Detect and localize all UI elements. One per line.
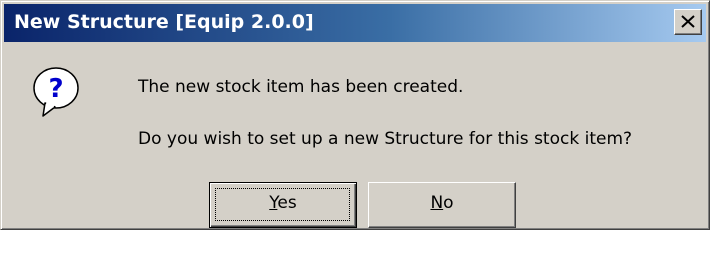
yes-button-label: Yes [269, 193, 297, 213]
title-bar[interactable]: New Structure [Equip 2.0.0] [4, 4, 706, 42]
no-button[interactable]: No [368, 182, 516, 228]
svg-text:?: ? [48, 74, 63, 104]
question-icon: ? [33, 67, 79, 117]
yes-button[interactable]: Yes [209, 182, 357, 228]
window-title: New Structure [Equip 2.0.0] [14, 11, 314, 33]
close-button[interactable] [674, 9, 702, 35]
message-line-1: The new stock item has been created. [138, 77, 464, 97]
message-line-2: Do you wish to set up a new Structure fo… [138, 129, 633, 149]
message-dialog: New Structure [Equip 2.0.0] ? The new st… [0, 0, 710, 230]
close-icon [681, 15, 695, 28]
no-button-label: No [430, 193, 454, 213]
